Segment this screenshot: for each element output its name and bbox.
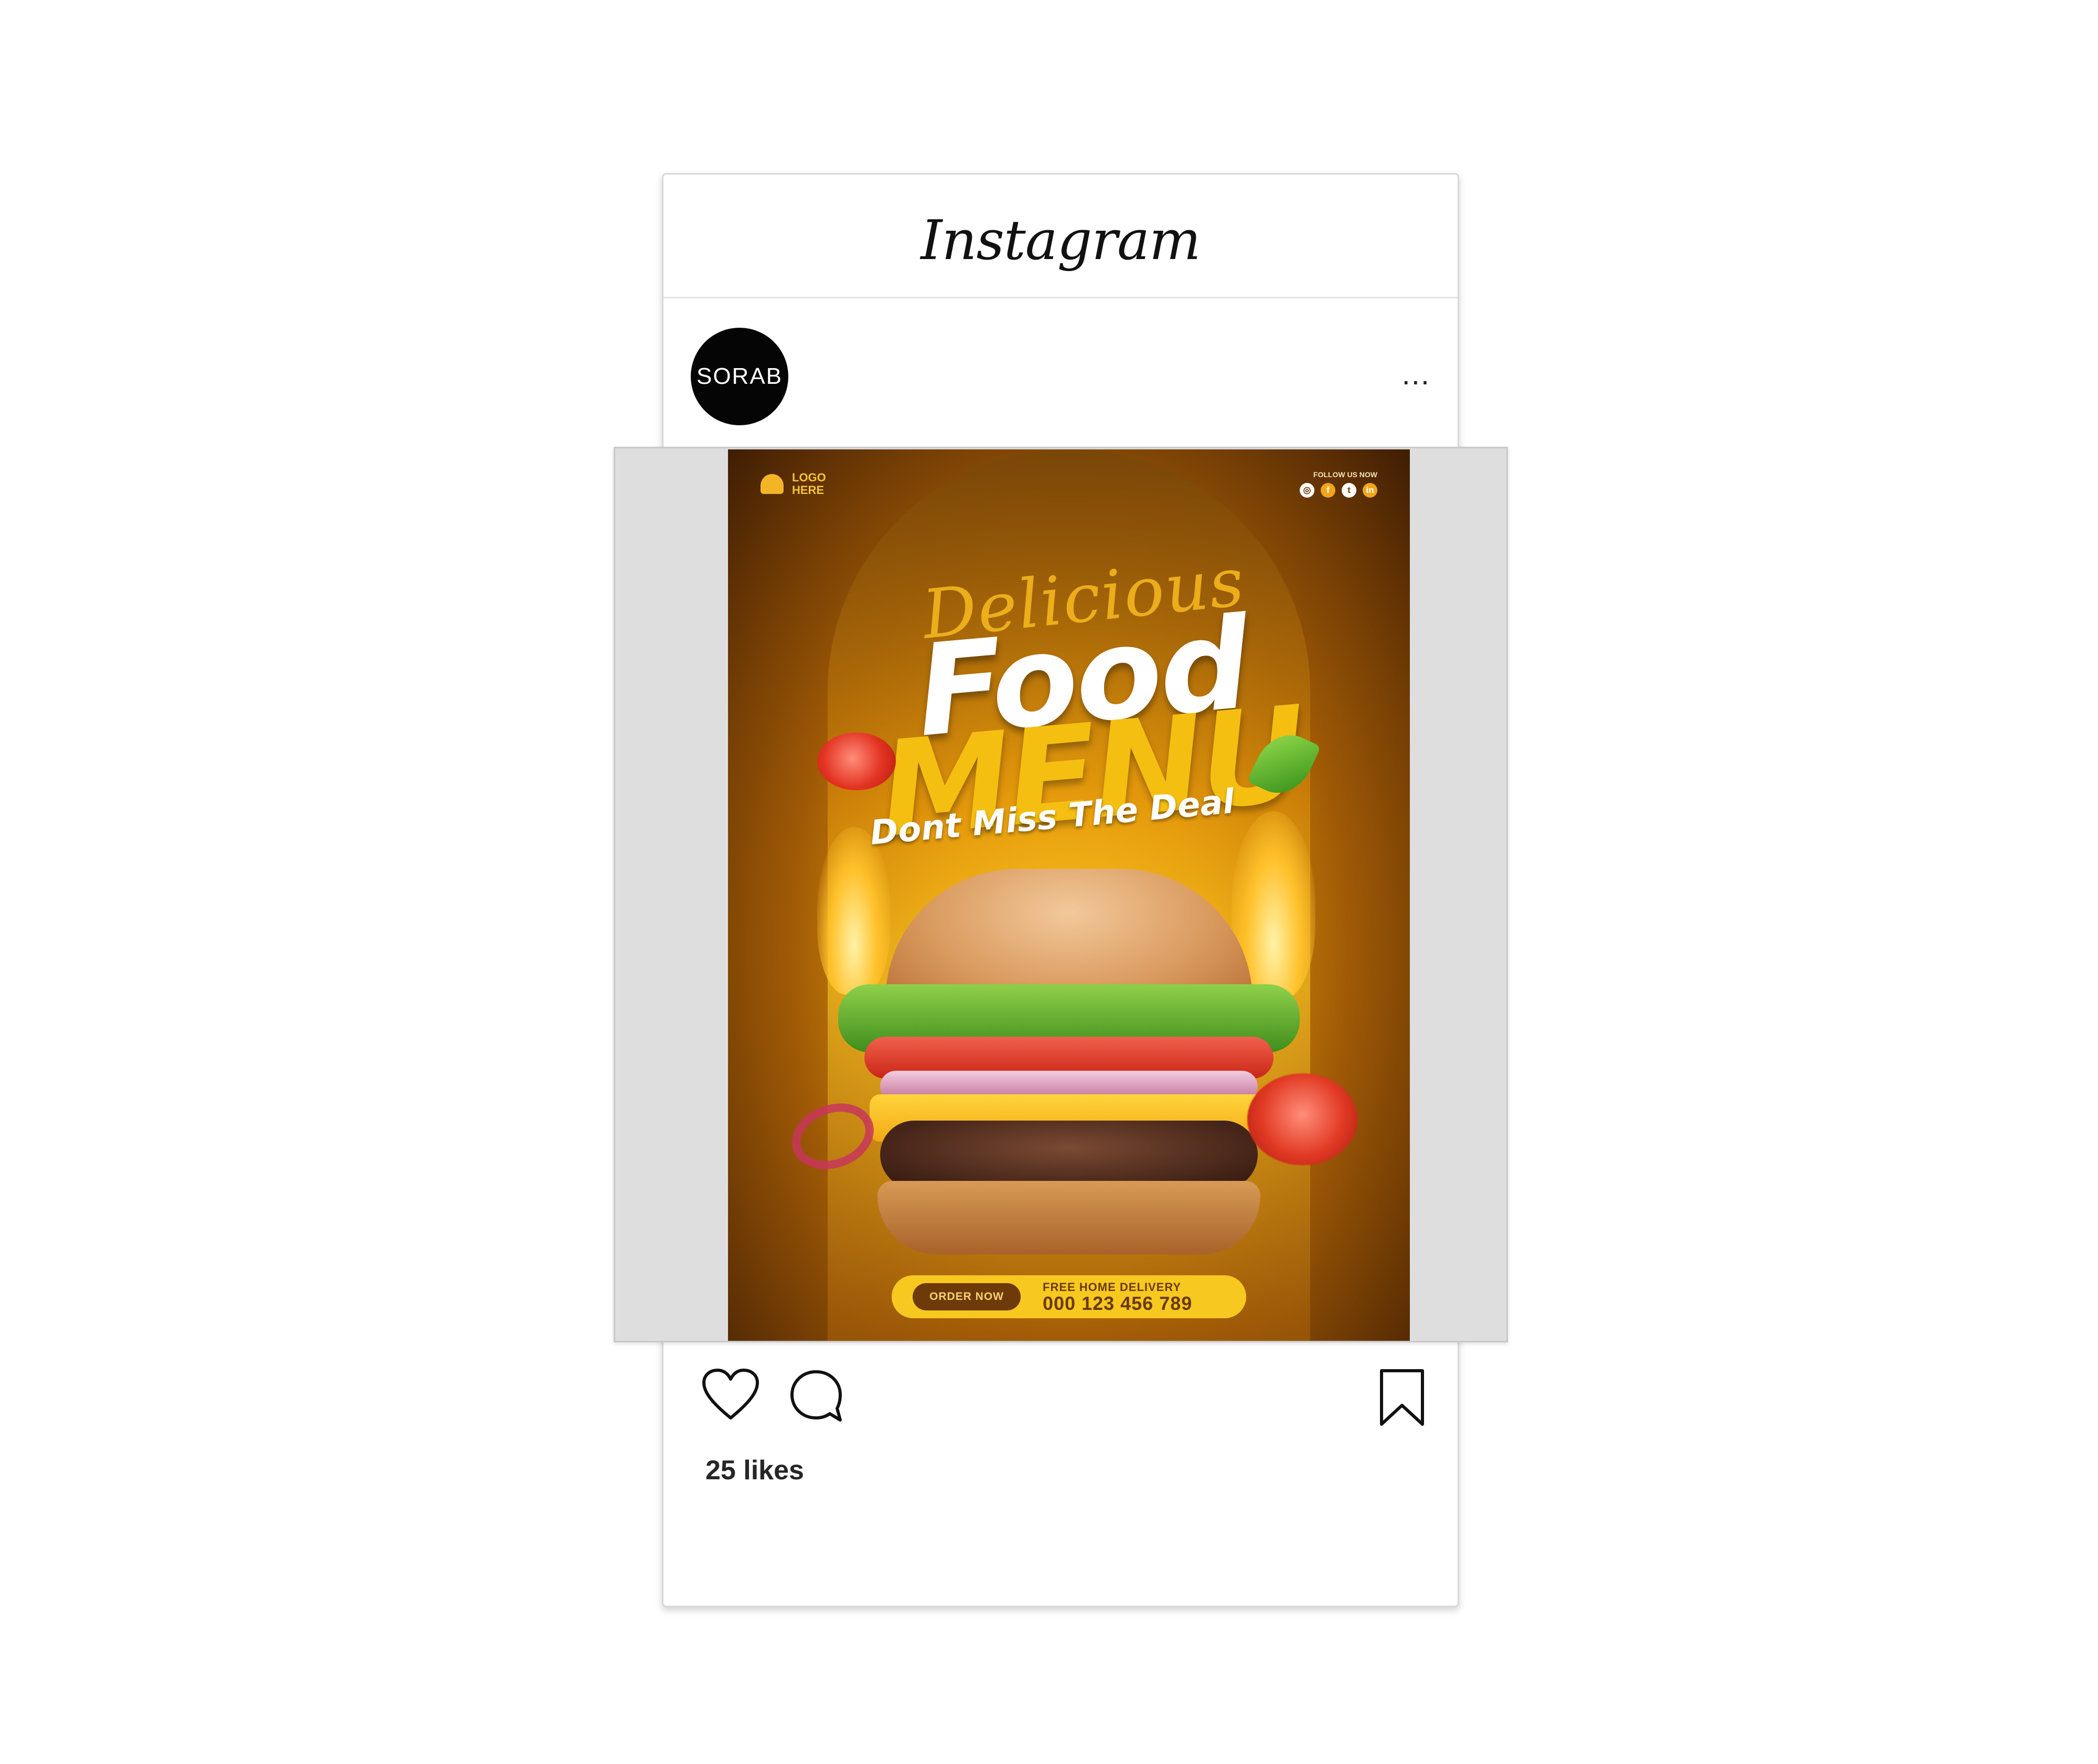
comment-icon[interactable]: [788, 1368, 844, 1424]
linkedin-icon: in: [1363, 483, 1377, 498]
likes-count[interactable]: 25 likes: [705, 1455, 804, 1486]
delivery-banner: ORDER NOW FREE HOME DELIVERY 000 123 456…: [892, 1275, 1246, 1318]
poster-follow: FOLLOW US NOW ◎ f t in: [1300, 470, 1377, 498]
social-icons-row: ◎ f t in: [1300, 483, 1377, 498]
heart-icon[interactable]: [701, 1368, 761, 1422]
delivery-info: FREE HOME DELIVERY 000 123 456 789: [1043, 1281, 1192, 1313]
follow-label: FOLLOW US NOW: [1313, 470, 1377, 479]
tomato-slice-left: [817, 733, 896, 790]
avatar[interactable]: SORAB: [691, 328, 788, 425]
burger-bun-bottom: [877, 1181, 1260, 1254]
tomato-slice-right: [1247, 1073, 1357, 1165]
flame-left: [817, 827, 891, 995]
facebook-icon: f: [1321, 483, 1335, 498]
app-header: Instagram: [663, 175, 1458, 298]
bookmark-icon[interactable]: [1378, 1368, 1426, 1427]
app-title: Instagram: [920, 208, 1201, 272]
delivery-phone: 000 123 456 789: [1043, 1293, 1193, 1314]
post-image[interactable]: LOGO HERE FOLLOW US NOW ◎ f t in Delicio…: [728, 449, 1410, 1341]
order-now-button: ORDER NOW: [913, 1283, 1021, 1310]
poster-logo: LOGO HERE: [761, 471, 829, 497]
poster-logo-text: LOGO HERE: [792, 471, 826, 497]
twitter-icon: t: [1342, 483, 1356, 498]
more-options-button[interactable]: ...: [1402, 359, 1430, 390]
burger-patty: [880, 1121, 1258, 1189]
burger-logo-icon: [761, 474, 784, 494]
avatar-text: SORAB: [696, 363, 783, 389]
instagram-icon: ◎: [1300, 483, 1314, 498]
